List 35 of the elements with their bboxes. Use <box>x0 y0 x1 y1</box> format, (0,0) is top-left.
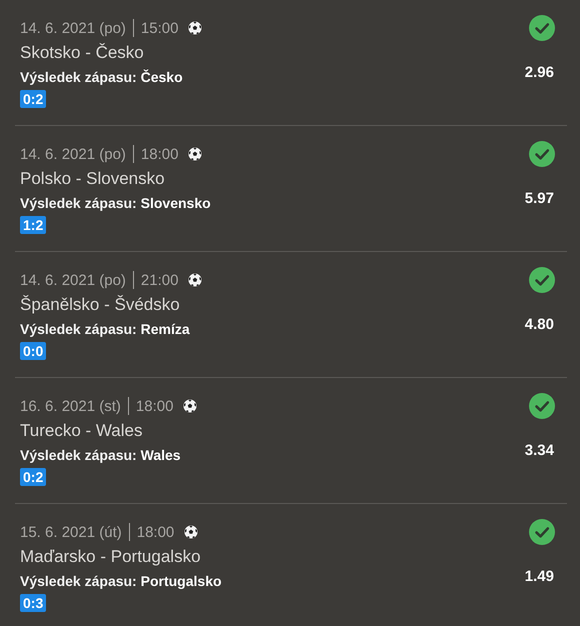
match-time: 21:00 <box>140 272 178 288</box>
match-date: 14. 6. 2021 (po) <box>20 272 126 288</box>
odds-value: 5.97 <box>524 190 554 207</box>
match-date: 14. 6. 2021 (po) <box>20 146 126 162</box>
match-date: 16. 6. 2021 (st) <box>20 398 121 414</box>
odds-value: 1.49 <box>524 568 554 585</box>
bet-selection: Výsledek zápasu: Česko <box>20 69 184 85</box>
match-time: 18:00 <box>140 146 178 162</box>
match-title: Skotsko - Česko <box>20 43 145 63</box>
match-time: 15:00 <box>140 20 178 36</box>
soccer-ball-icon <box>188 147 202 161</box>
soccer-ball-icon <box>188 273 202 287</box>
bet-selection: Výsledek zápasu: Wales <box>20 447 182 463</box>
match-date: 15. 6. 2021 (út) <box>20 524 122 540</box>
soccer-ball-icon <box>183 399 198 413</box>
match-title: Turecko - Wales <box>20 421 144 441</box>
score-badge: 0:3 <box>20 594 46 612</box>
match-title: Španělsko - Švédsko <box>20 295 181 315</box>
match-time: 18:00 <box>136 524 174 540</box>
soccer-ball-icon <box>184 525 198 539</box>
soccer-ball-icon <box>188 21 202 35</box>
match-title: Maďarsko - Portugalsko <box>20 547 202 567</box>
bet-selection: Výsledek zápasu: Remíza <box>20 321 191 337</box>
score-badge: 0:2 <box>20 90 46 108</box>
bet-selection: Výsledek zápasu: Portugalsko <box>20 573 222 589</box>
match-date: 14. 6. 2021 (po) <box>20 20 126 36</box>
match-title: Polsko - Slovensko <box>20 169 166 189</box>
bet-selection: Výsledek zápasu: Slovensko <box>20 195 211 211</box>
score-badge: 0:0 <box>20 342 46 360</box>
score-badge: 0:2 <box>20 468 46 486</box>
odds-value: 2.96 <box>524 64 554 81</box>
score-badge: 1:2 <box>20 216 46 234</box>
odds-value: 3.34 <box>524 442 554 459</box>
odds-value: 4.80 <box>524 316 554 333</box>
match-time: 18:00 <box>136 398 174 414</box>
